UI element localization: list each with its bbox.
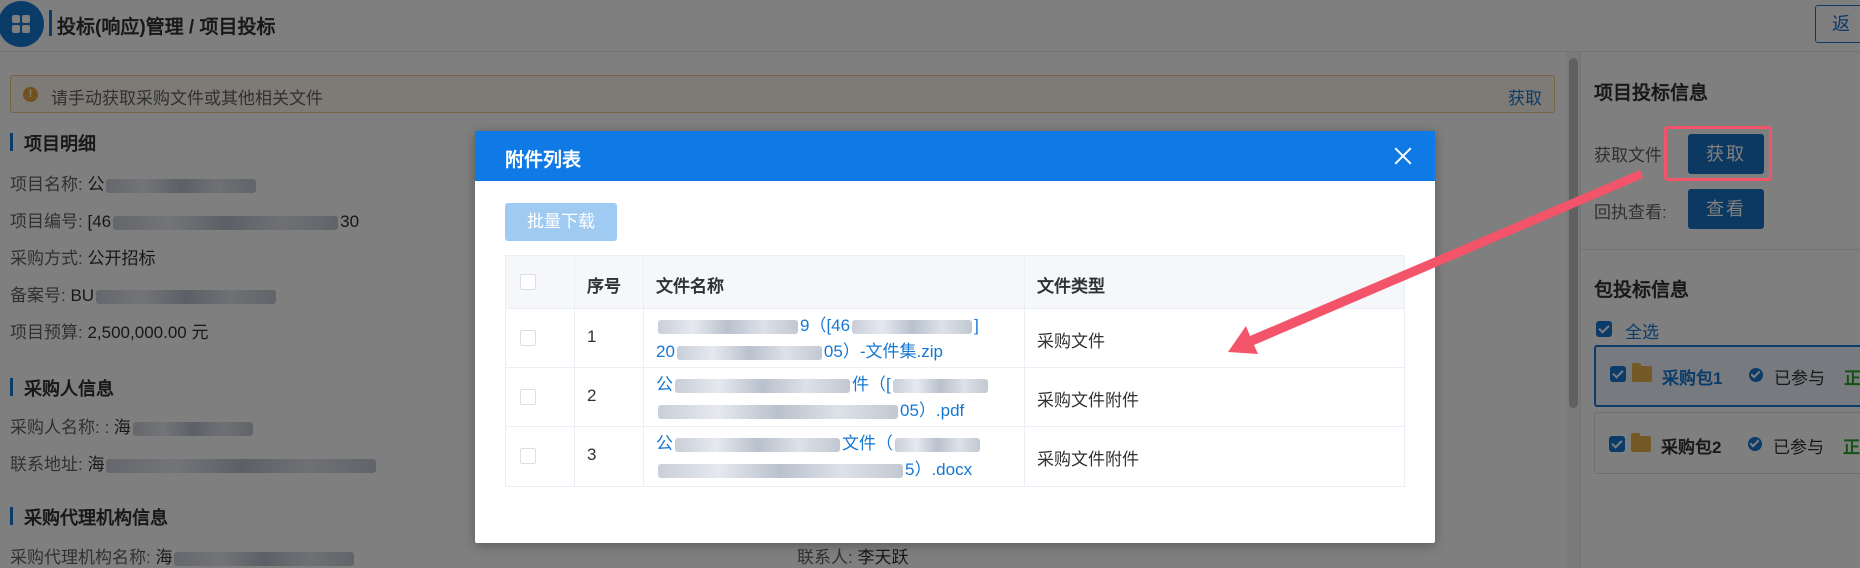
header-index-cell: 序号 bbox=[575, 256, 644, 308]
file-name-part: 20 bbox=[656, 342, 675, 361]
row-index: 2 bbox=[587, 386, 597, 405]
row-checkbox[interactable] bbox=[520, 448, 536, 464]
file-name-link[interactable]: 公 件（[ 05）.pdf bbox=[656, 372, 1016, 424]
row-index: 3 bbox=[587, 445, 597, 464]
redacted-block bbox=[892, 378, 988, 393]
row-checkbox[interactable] bbox=[520, 330, 536, 346]
row-type-cell: 采购文件附件 bbox=[1025, 427, 1404, 486]
header-checkbox-cell bbox=[506, 256, 575, 308]
batch-download-button[interactable]: 批量下载 bbox=[505, 203, 617, 241]
file-type: 采购文件 bbox=[1037, 332, 1105, 351]
attachment-table: 序号 文件名称 文件类型 1 9（[46] 20 05）-文件集.zip 采购文件… bbox=[505, 255, 1405, 487]
redacted-block bbox=[676, 345, 822, 360]
row-index: 1 bbox=[587, 327, 597, 346]
file-name-part: 文件（ bbox=[842, 434, 893, 453]
row-name-cell: 公 文件（ 5）.docx bbox=[644, 427, 1025, 486]
close-icon[interactable] bbox=[1391, 144, 1415, 168]
redacted-block bbox=[895, 437, 980, 452]
redacted-block bbox=[658, 319, 798, 334]
header-checkbox[interactable] bbox=[520, 274, 536, 290]
dialog-title: 附件列表 bbox=[505, 150, 582, 171]
file-name-link[interactable]: 公 文件（ 5）.docx bbox=[656, 431, 1016, 483]
row-index-cell: 2 bbox=[575, 368, 644, 426]
file-name-part: 5）.docx bbox=[905, 460, 973, 479]
file-name-part: 05）-文件集.zip bbox=[823, 342, 943, 361]
file-name-link[interactable]: 9（[46] 20 05）-文件集.zip bbox=[656, 313, 1016, 365]
column-header-type: 文件类型 bbox=[1037, 277, 1105, 296]
redacted-block bbox=[675, 437, 840, 452]
header-name-cell: 文件名称 bbox=[644, 256, 1025, 308]
redacted-block bbox=[658, 463, 903, 478]
file-name-part: 公 bbox=[656, 375, 673, 394]
attachment-dialog: 附件列表 批量下载 序号 文件名称 文件类型 1 9（[46] 20 05）-文件… bbox=[475, 131, 1435, 543]
annotation-highlight-box bbox=[1664, 126, 1772, 181]
row-type-cell: 采购文件附件 bbox=[1025, 368, 1404, 426]
dialog-header: 附件列表 bbox=[475, 131, 1435, 181]
column-header-name: 文件名称 bbox=[656, 277, 724, 296]
table-header-row: 序号 文件名称 文件类型 bbox=[506, 256, 1404, 309]
redacted-block bbox=[852, 319, 973, 334]
table-row: 2 公 件（[ 05）.pdf 采购文件附件 bbox=[506, 368, 1404, 427]
file-name-part: 件（[ bbox=[852, 375, 891, 394]
file-name-part: ] bbox=[974, 316, 979, 335]
row-checkbox-cell bbox=[506, 427, 575, 486]
row-index-cell: 1 bbox=[575, 309, 644, 367]
file-type: 采购文件附件 bbox=[1037, 391, 1139, 410]
row-checkbox-cell bbox=[506, 309, 575, 367]
redacted-block bbox=[658, 404, 898, 419]
file-name-part: 05）.pdf bbox=[900, 401, 965, 420]
row-index-cell: 3 bbox=[575, 427, 644, 486]
header-type-cell: 文件类型 bbox=[1025, 256, 1404, 308]
file-name-part: 公 bbox=[656, 434, 673, 453]
table-row: 3 公 文件（ 5）.docx 采购文件附件 bbox=[506, 427, 1404, 486]
row-name-cell: 公 件（[ 05）.pdf bbox=[644, 368, 1025, 426]
row-name-cell: 9（[46] 20 05）-文件集.zip bbox=[644, 309, 1025, 367]
file-name-part: 9（[46 bbox=[800, 316, 851, 335]
file-type: 采购文件附件 bbox=[1037, 450, 1139, 469]
column-header-index: 序号 bbox=[587, 277, 621, 296]
row-type-cell: 采购文件 bbox=[1025, 309, 1404, 367]
row-checkbox-cell bbox=[506, 368, 575, 426]
row-checkbox[interactable] bbox=[520, 389, 536, 405]
table-row: 1 9（[46] 20 05）-文件集.zip 采购文件 bbox=[506, 309, 1404, 368]
redacted-block bbox=[675, 378, 850, 393]
